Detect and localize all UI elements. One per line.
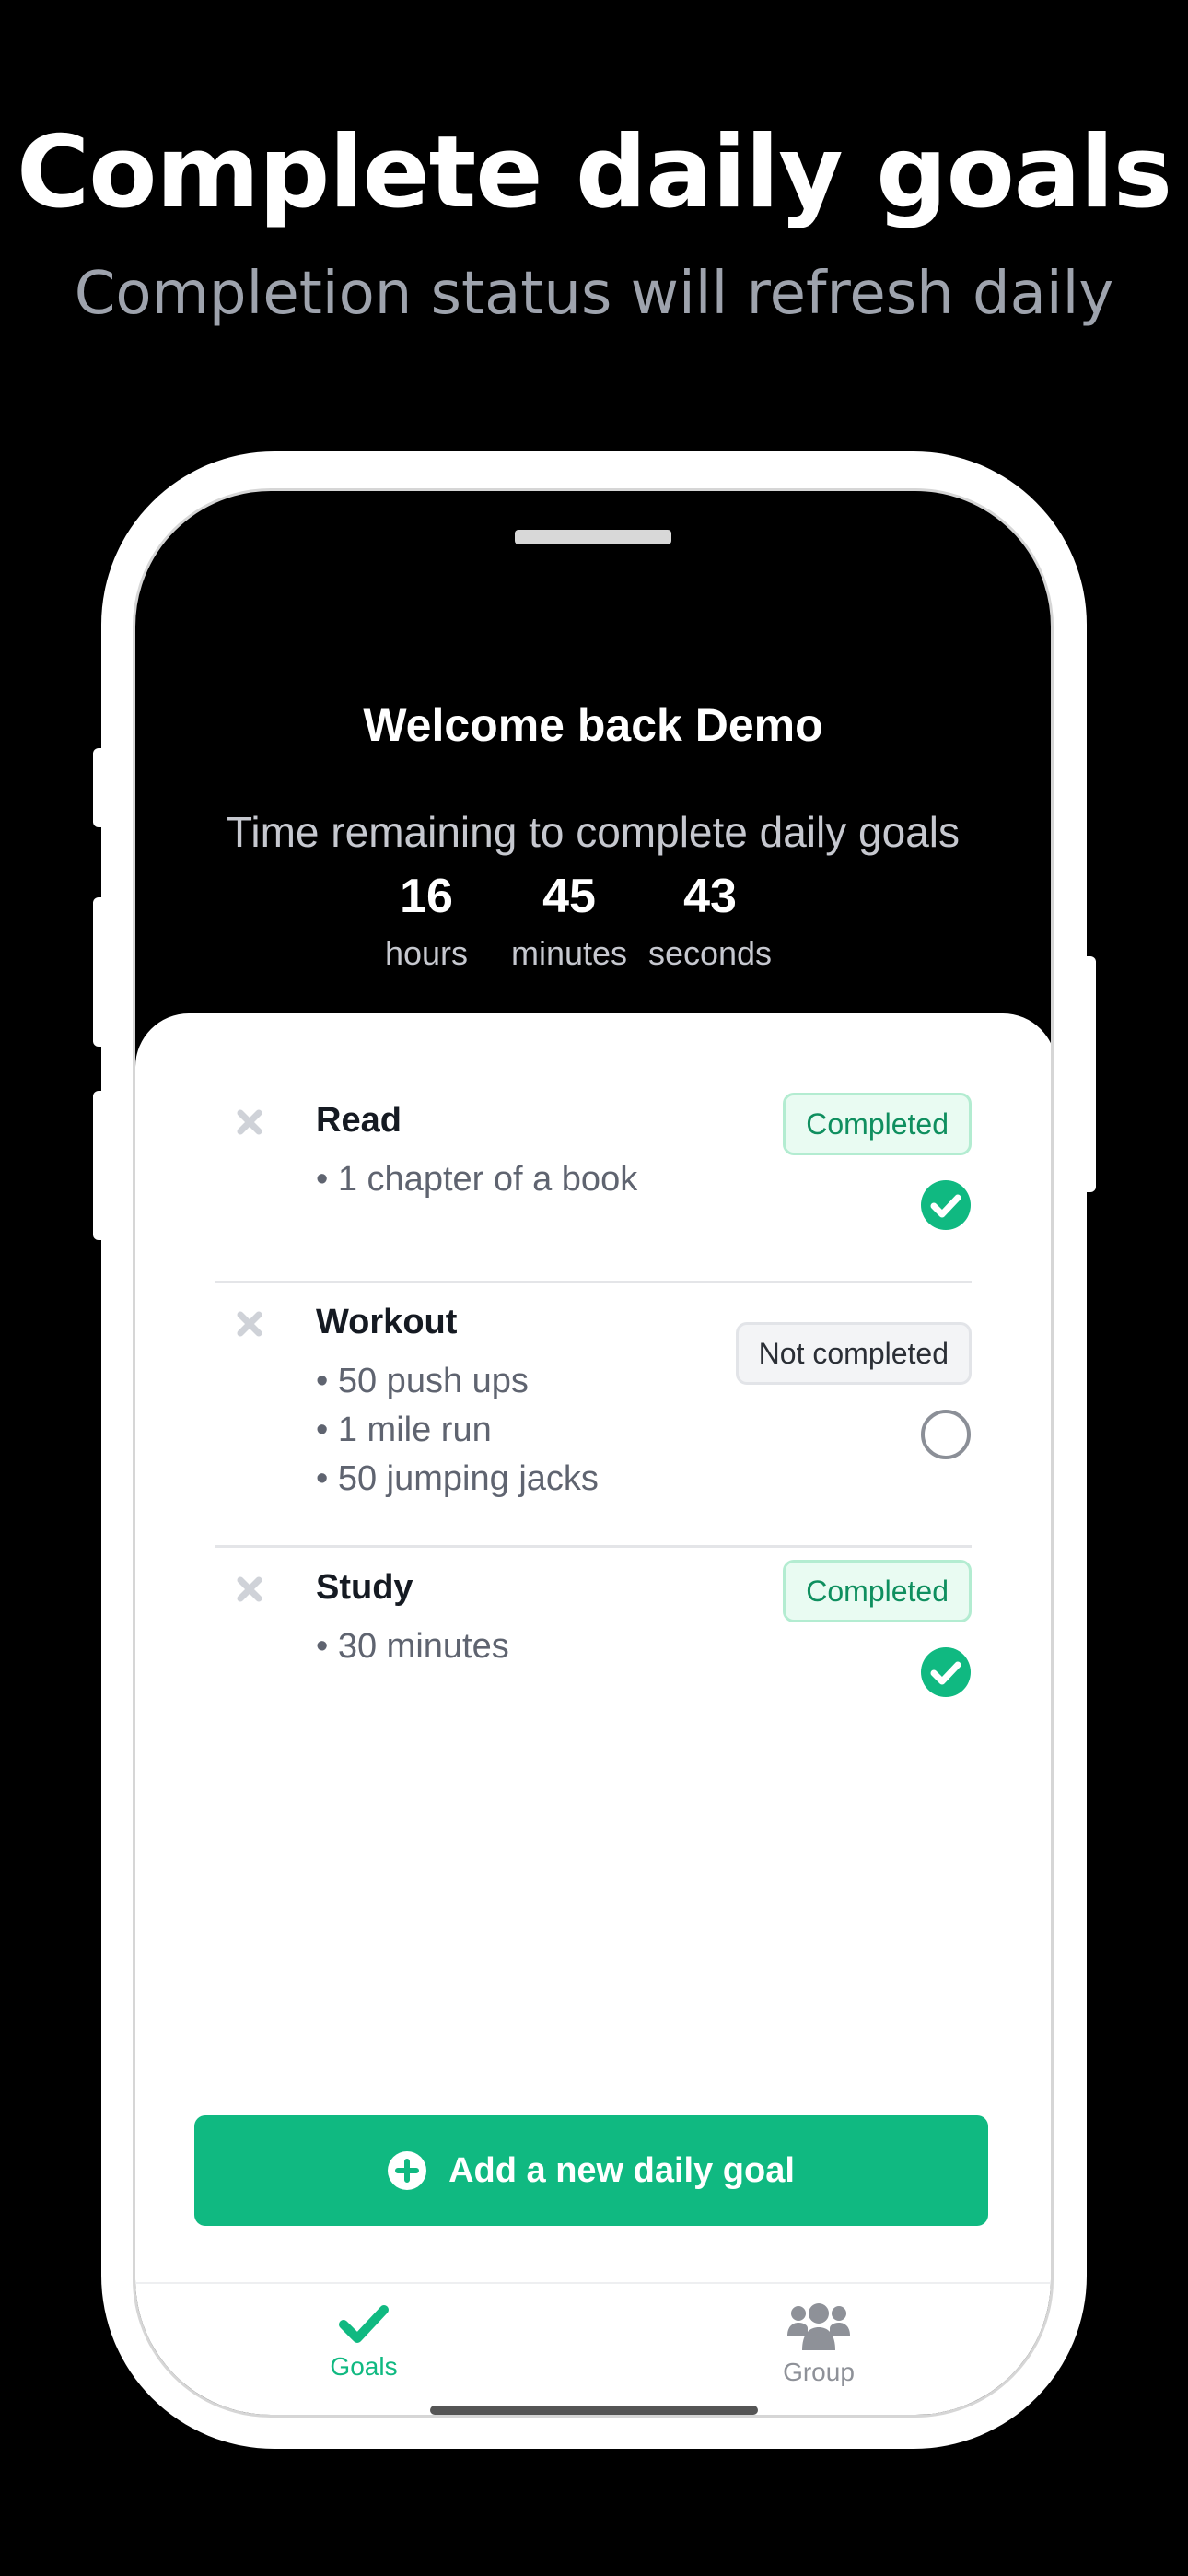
phone-volume-down-button (93, 1091, 104, 1240)
countdown-seconds-unit: seconds (647, 934, 773, 972)
add-goal-button[interactable]: Add a new daily goal (194, 2115, 988, 2226)
goal-step: • 30 minutes (316, 1627, 509, 1666)
phone-action-button (93, 748, 104, 827)
status-badge: Completed (783, 1560, 972, 1622)
time-remaining-caption: Time remaining to complete daily goals (227, 808, 960, 856)
phone-screen: Welcome back Demo Time remaining to comp… (133, 488, 1054, 2418)
tab-group-label: Group (783, 2358, 855, 2386)
goal-divider (215, 1545, 972, 1548)
remove-goal-icon[interactable] (233, 1106, 266, 1139)
goal-step: • 1 chapter of a book (316, 1160, 638, 1199)
completed-check-icon[interactable] (920, 1646, 972, 1698)
check-icon (339, 2305, 389, 2343)
sheet-grabber[interactable] (515, 530, 671, 544)
add-goal-label: Add a new daily goal (448, 2150, 795, 2190)
goal-item-workout: Workout • 50 push ups • 1 mile run • 50 … (215, 1294, 972, 1534)
goal-step: • 1 mile run (316, 1411, 492, 1449)
tabbar-divider (135, 2282, 1051, 2284)
home-indicator (430, 2406, 758, 2415)
goal-step: • 50 push ups (316, 1362, 529, 1400)
goal-step: • 50 jumping jacks (316, 1459, 599, 1498)
phone-volume-up-button (93, 897, 104, 1047)
incomplete-circle-icon[interactable] (920, 1409, 972, 1460)
goal-divider (215, 1281, 972, 1283)
users-icon (787, 2303, 850, 2350)
phone-power-button (1084, 956, 1096, 1192)
tab-group[interactable]: Group (699, 2301, 938, 2389)
welcome-heading: Welcome back Demo (363, 699, 823, 751)
remove-goal-icon[interactable] (233, 1573, 266, 1606)
tab-goals-label: Goals (330, 2352, 398, 2381)
completed-check-icon[interactable] (920, 1179, 972, 1231)
plus-circle-icon (388, 2151, 427, 2190)
goal-name: Workout (316, 1303, 458, 1341)
countdown-seconds-value: 43 (683, 870, 737, 923)
goal-name: Study (316, 1568, 413, 1607)
tab-goals[interactable]: Goals (244, 2301, 483, 2383)
hero-title: Complete daily goals (17, 115, 1172, 230)
status-badge: Not completed (735, 1322, 972, 1385)
goal-item-read: Read • 1 chapter of a book Completed (215, 1093, 972, 1259)
countdown-seconds: 43 seconds (618, 867, 802, 976)
hero-subtitle: Completion status will refresh daily (74, 260, 1114, 328)
status-badge: Completed (783, 1093, 972, 1155)
remove-goal-icon[interactable] (233, 1307, 266, 1341)
goal-item-study: Study • 30 minutes Completed (215, 1560, 972, 1726)
goal-name: Read (316, 1101, 402, 1140)
